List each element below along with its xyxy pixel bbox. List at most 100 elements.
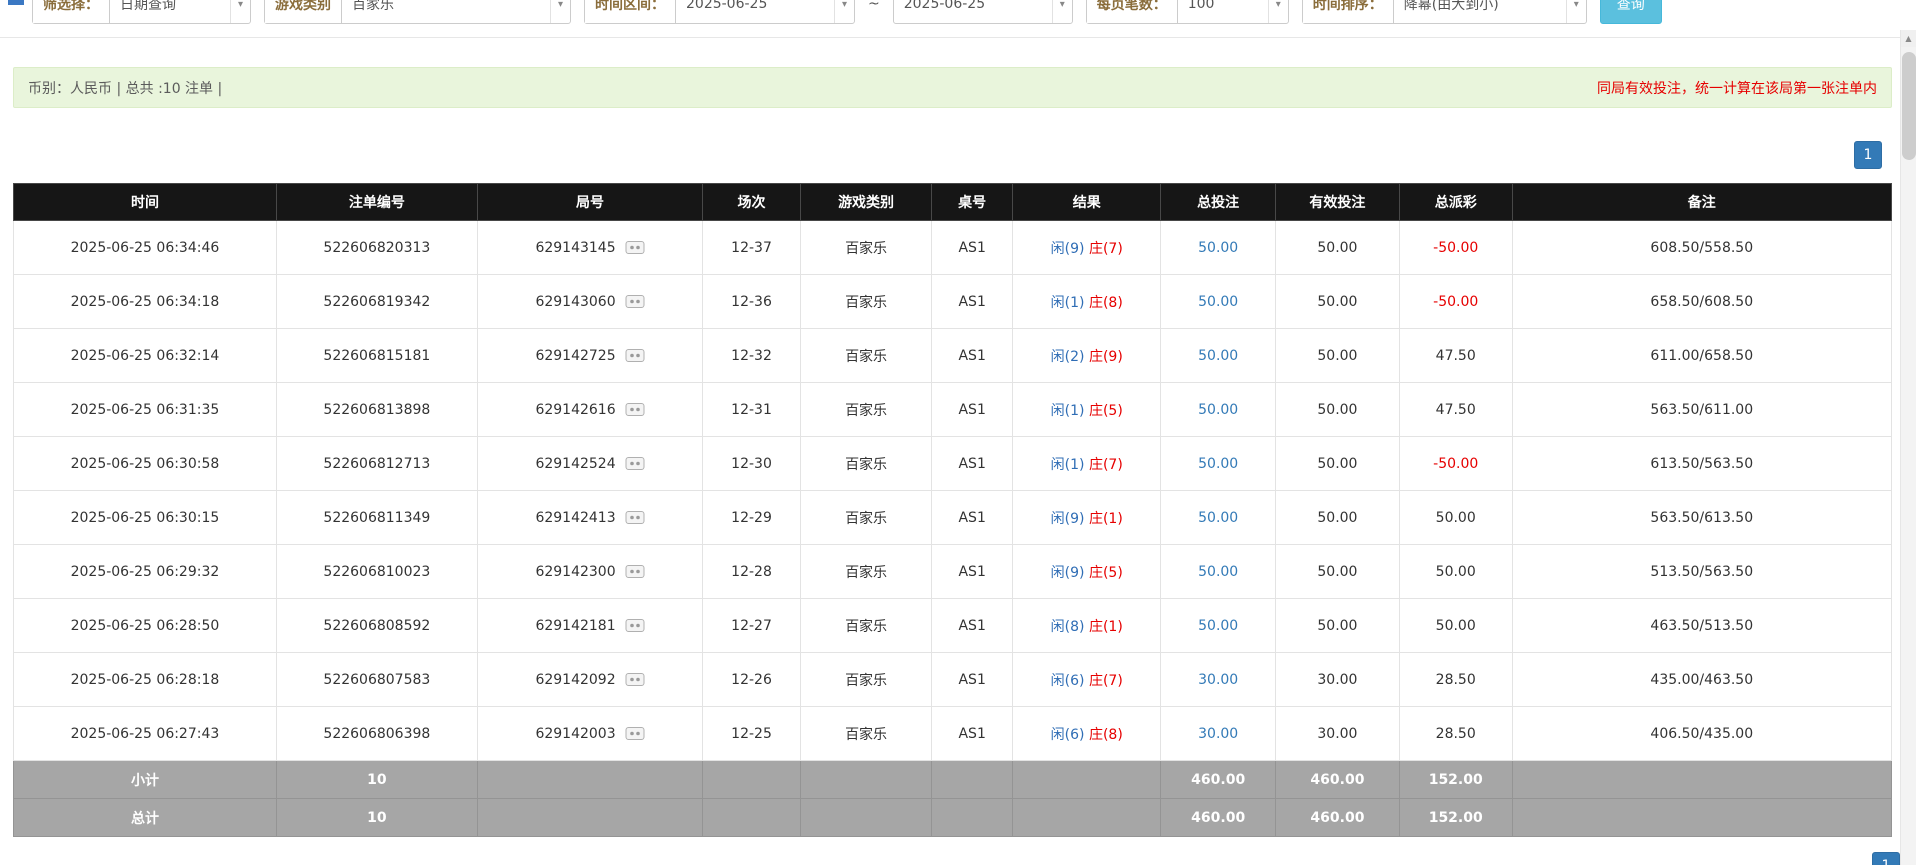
filter-date-type-select[interactable]: 日期查询 ▾ [110, 0, 250, 23]
cell-round-no: 629142524 [477, 437, 702, 491]
total-bet-link[interactable]: 50.00 [1198, 348, 1238, 364]
subtotal-row: 小计 10 460.00 460.00 152.00 [14, 761, 1892, 799]
cell-payout: 47.50 [1399, 329, 1512, 383]
search-button[interactable]: 查询 [1600, 0, 1662, 24]
pagination-bottom-page-1[interactable]: 1 [1872, 852, 1900, 865]
caret-down-icon: ▾ [1268, 0, 1288, 23]
cell-total-bet: 50.00 [1161, 491, 1276, 545]
result-player: 闲(9) [1051, 241, 1085, 257]
total-bet-link[interactable]: 50.00 [1198, 294, 1238, 310]
cell-time: 2025-06-25 06:31:35 [14, 383, 277, 437]
round-video-icon[interactable] [625, 294, 645, 309]
clipped-link[interactable] [8, 0, 24, 5]
result-player: 闲(2) [1051, 349, 1085, 365]
table-header-row: 时间 注单编号 局号 场次 游戏类别 桌号 结果 总投注 有效投注 总派彩 备注 [14, 184, 1892, 221]
subtotal-valid-bet: 460.00 [1275, 761, 1399, 799]
filter-page-size-select[interactable]: 100 ▾ [1178, 0, 1288, 23]
total-bet-link[interactable]: 50.00 [1198, 402, 1238, 418]
subtotal-empty [703, 761, 801, 799]
scroll-up-icon[interactable]: ▲ [1901, 30, 1916, 47]
cell-payout: 50.00 [1399, 545, 1512, 599]
cell-result: 闲(9) 庄(1) [1013, 491, 1161, 545]
filter-date-type: 筛选择： 日期查询 ▾ [32, 0, 251, 24]
cell-round-no: 629143060 [477, 275, 702, 329]
cell-session: 12-26 [703, 653, 801, 707]
round-video-icon[interactable] [625, 348, 645, 363]
total-bet-link[interactable]: 30.00 [1198, 726, 1238, 742]
column-header-time: 时间 [14, 184, 277, 221]
round-no-value: 629142725 [535, 348, 615, 364]
cell-table-no: AS1 [932, 653, 1013, 707]
cell-bet-no: 522606815181 [276, 329, 477, 383]
round-video-icon[interactable] [625, 726, 645, 741]
table-row: 2025-06-25 06:30:15522606811349629142413… [14, 491, 1892, 545]
cell-round-no: 629142300 [477, 545, 702, 599]
filter-bar: 筛选择： 日期查询 ▾ 游戏类别 百家乐 ▾ 时间区间： 2025-06-25 … [0, 0, 1900, 38]
filter-game-type-select[interactable]: 百家乐 ▾ [342, 0, 570, 23]
total-bet-link[interactable]: 50.00 [1198, 510, 1238, 526]
result-banker: 庄(5) [1089, 565, 1123, 581]
scrollbar[interactable]: ▲ [1900, 30, 1916, 865]
round-video-icon[interactable] [625, 672, 645, 687]
summary-right-note: 同局有效投注，统一计算在该局第一张注单内 [1597, 78, 1877, 98]
cell-bet-no: 522606812713 [276, 437, 477, 491]
cell-remark: 563.50/613.50 [1512, 491, 1891, 545]
total-bet-link[interactable]: 30.00 [1198, 672, 1238, 688]
pagination-page-1[interactable]: 1 [1854, 141, 1882, 169]
result-banker: 庄(7) [1089, 457, 1123, 473]
cell-remark: 406.50/435.00 [1512, 707, 1891, 761]
caret-down-icon: ▾ [834, 0, 854, 23]
table-row: 2025-06-25 06:28:18522606807583629142092… [14, 653, 1892, 707]
subtotal-empty [1013, 761, 1161, 799]
cell-game-type: 百家乐 [800, 491, 931, 545]
caret-down-icon: ▾ [1566, 0, 1586, 23]
filter-date-from-select[interactable]: 2025-06-25 ▾ [676, 0, 854, 23]
cell-session: 12-27 [703, 599, 801, 653]
total-bet-link[interactable]: 50.00 [1198, 618, 1238, 634]
round-video-icon[interactable] [625, 402, 645, 417]
result-banker: 庄(9) [1089, 349, 1123, 365]
total-bet-link[interactable]: 50.00 [1198, 456, 1238, 472]
cell-game-type: 百家乐 [800, 707, 931, 761]
cell-session: 12-36 [703, 275, 801, 329]
cell-valid-bet: 50.00 [1275, 491, 1399, 545]
column-header-valid-bet: 有效投注 [1275, 184, 1399, 221]
cell-bet-no: 522606813898 [276, 383, 477, 437]
date-range-separator: ~ [868, 0, 880, 12]
filter-game-type-label: 游戏类别 [265, 0, 342, 23]
round-no-value: 629143060 [535, 294, 615, 310]
page: 筛选择： 日期查询 ▾ 游戏类别 百家乐 ▾ 时间区间： 2025-06-25 … [0, 0, 1916, 865]
cell-table-no: AS1 [932, 545, 1013, 599]
total-empty [800, 799, 931, 837]
cell-time: 2025-06-25 06:28:18 [14, 653, 277, 707]
filter-page-size-value: 100 [1188, 0, 1258, 12]
result-player: 闲(8) [1051, 619, 1085, 635]
column-header-session: 场次 [703, 184, 801, 221]
round-video-icon[interactable] [625, 618, 645, 633]
scrollbar-thumb[interactable] [1902, 52, 1916, 160]
round-video-icon[interactable] [625, 564, 645, 579]
round-no-value: 629142092 [535, 672, 615, 688]
cell-total-bet: 50.00 [1161, 383, 1276, 437]
filter-date-to-value: 2025-06-25 [904, 0, 1042, 12]
result-banker: 庄(7) [1089, 241, 1123, 257]
round-video-icon[interactable] [625, 456, 645, 471]
cell-bet-no: 522606811349 [276, 491, 477, 545]
cell-game-type: 百家乐 [800, 653, 931, 707]
round-video-icon[interactable] [625, 240, 645, 255]
table-row: 2025-06-25 06:27:43522606806398629142003… [14, 707, 1892, 761]
cell-valid-bet: 50.00 [1275, 221, 1399, 275]
filter-date-to-select[interactable]: 2025-06-25 ▾ [894, 0, 1072, 23]
filter-time-order-value: 降幂(由大到小) [1404, 0, 1556, 14]
cell-result: 闲(8) 庄(1) [1013, 599, 1161, 653]
total-bet-link[interactable]: 50.00 [1198, 564, 1238, 580]
total-bet-link[interactable]: 50.00 [1198, 240, 1238, 256]
cell-session: 12-28 [703, 545, 801, 599]
cell-bet-no: 522606819342 [276, 275, 477, 329]
cell-session: 12-25 [703, 707, 801, 761]
round-video-icon[interactable] [625, 510, 645, 525]
table-row: 2025-06-25 06:29:32522606810023629142300… [14, 545, 1892, 599]
filter-time-order-select[interactable]: 降幂(由大到小) ▾ [1394, 0, 1586, 23]
cell-round-no: 629142616 [477, 383, 702, 437]
cell-total-bet: 50.00 [1161, 221, 1276, 275]
